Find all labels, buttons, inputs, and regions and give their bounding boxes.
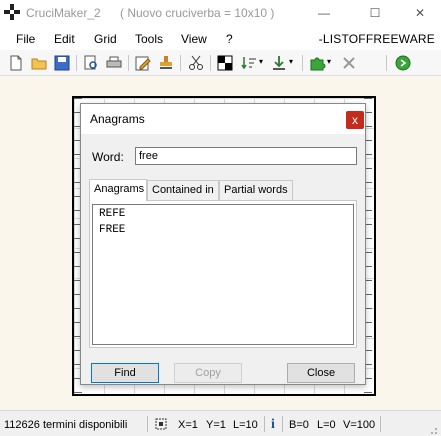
terms-count: 112626 termini disponibili <box>4 419 128 431</box>
tab-anagrams[interactable]: Anagrams <box>89 179 147 201</box>
maximize-button[interactable]: ☐ <box>352 0 398 26</box>
toolbar-separator <box>128 55 129 71</box>
tab-label: Contained in <box>152 184 214 196</box>
toolbar-separator <box>180 55 181 71</box>
tab-label: Anagrams <box>94 183 145 195</box>
resize-grip-icon[interactable] <box>426 423 438 435</box>
menu-help[interactable]: ? <box>226 32 233 46</box>
print-icon[interactable] <box>105 54 123 72</box>
open-folder-icon[interactable] <box>30 54 48 72</box>
puzzle-icon[interactable] <box>308 54 326 72</box>
document-title: ( Nuovo cruciverba = 10x10 ) <box>120 6 275 20</box>
word-input[interactable] <box>135 147 357 165</box>
app-logo-icon <box>4 4 20 20</box>
dialog-close-button[interactable]: x <box>346 111 364 129</box>
dialog-title: Anagrams <box>90 112 145 126</box>
close-button[interactable]: Close <box>287 363 355 383</box>
copy-button[interactable]: Copy <box>174 363 242 383</box>
new-file-icon[interactable] <box>7 54 25 72</box>
minimize-button[interactable]: — <box>301 0 347 26</box>
chevron-down-icon[interactable]: ▾ <box>259 57 263 66</box>
chevron-down-icon[interactable]: ▾ <box>327 57 331 66</box>
word-label: Word: <box>92 150 124 164</box>
cursor-x: X=1 <box>178 419 198 431</box>
maximize-icon: ☐ <box>369 6 381 20</box>
print-preview-icon[interactable] <box>82 54 100 72</box>
info-icon: i <box>271 417 275 432</box>
status-b: B=0 <box>289 419 309 431</box>
anagrams-dialog: Anagrams x Word: Anagrams Contained in P… <box>80 103 366 385</box>
globe-icon[interactable] <box>394 54 412 72</box>
menu-tools[interactable]: Tools <box>135 32 163 46</box>
tab-partial-words[interactable]: Partial words <box>219 180 293 200</box>
cut-icon[interactable] <box>187 54 205 72</box>
status-separator <box>282 416 283 432</box>
dialog-title-bar: Anagrams x <box>81 104 365 134</box>
close-icon: ✕ <box>414 6 426 20</box>
edit-icon[interactable] <box>134 54 152 72</box>
status-separator <box>147 416 148 432</box>
status-l: L=0 <box>317 419 336 431</box>
app-title: CruciMaker_2 <box>26 6 101 20</box>
status-separator <box>380 416 381 432</box>
list-item[interactable]: FREE <box>99 224 125 236</box>
menu-edit[interactable]: Edit <box>54 32 75 46</box>
grid-cursor-icon <box>155 418 167 430</box>
minimize-icon: — <box>318 6 330 20</box>
checker-grid-icon[interactable] <box>216 54 234 72</box>
download-icon[interactable] <box>270 54 288 72</box>
close-window-button[interactable]: ✕ <box>397 0 441 26</box>
tab-contained-in[interactable]: Contained in <box>147 180 219 200</box>
tab-panel-anagrams: REFE FREE <box>89 200 357 348</box>
close-icon: x <box>352 113 358 127</box>
chevron-down-icon[interactable]: ▾ <box>289 57 293 66</box>
toolbar-separator <box>386 55 387 71</box>
delete-icon[interactable] <box>340 54 358 72</box>
find-button[interactable]: Find <box>91 363 159 383</box>
save-icon[interactable] <box>53 54 71 72</box>
cursor-y: Y=1 <box>206 419 226 431</box>
brand-label: -LISTOFFREEWARE <box>318 32 435 46</box>
toolbar-separator <box>210 55 211 71</box>
menu-file[interactable]: File <box>16 32 35 46</box>
list-item[interactable]: REFE <box>99 208 125 220</box>
toolbar: ▾ ▾ ▾ <box>0 50 441 76</box>
status-v: V=100 <box>343 419 376 431</box>
sort-icon[interactable] <box>240 54 258 72</box>
status-separator <box>264 416 265 432</box>
tab-strip: Anagrams Contained in Partial words <box>89 179 357 201</box>
word-length: L=10 <box>233 419 258 431</box>
stamp-icon[interactable] <box>157 54 175 72</box>
status-bar: 112626 termini disponibili X=1 Y=1 L=10 … <box>0 410 441 436</box>
toolbar-separator <box>302 55 303 71</box>
results-list[interactable]: REFE FREE <box>92 204 354 345</box>
title-bar: CruciMaker_2 ( Nuovo cruciverba = 10x10 … <box>0 0 441 26</box>
menu-view[interactable]: View <box>181 32 207 46</box>
menu-grid[interactable]: Grid <box>94 32 117 46</box>
menu-bar: File Edit Grid Tools View ? -LISTOFFREEW… <box>0 26 441 50</box>
toolbar-separator <box>76 55 77 71</box>
tab-label: Partial words <box>224 184 288 196</box>
